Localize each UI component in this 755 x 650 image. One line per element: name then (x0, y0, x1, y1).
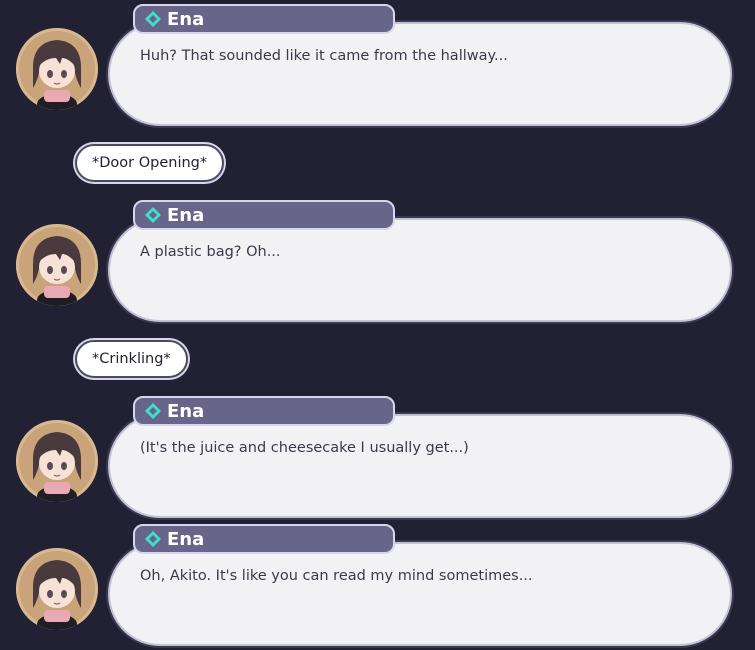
ena-portrait-icon (32, 432, 82, 502)
speaker-name: Ena (167, 528, 205, 550)
speaker-name: Ena (167, 400, 205, 422)
ena-avatar (16, 28, 98, 110)
diamond-gem-icon (145, 11, 161, 27)
ena-avatar (16, 224, 98, 306)
speaker-name-tag: Ena (133, 396, 395, 426)
sound-effect-label: *Door Opening* (75, 144, 225, 182)
ena-avatar (16, 420, 98, 502)
diamond-gem-icon (145, 403, 161, 419)
diamond-gem-icon (145, 531, 161, 547)
ena-avatar (16, 548, 98, 630)
diamond-gem-icon (145, 207, 161, 223)
sound-effect-label: *Crinkling* (75, 340, 188, 378)
dialogue-text: (It's the juice and cheesecake I usually… (140, 440, 469, 456)
speaker-name: Ena (167, 204, 205, 226)
dialogue-text: Huh? That sounded like it came from the … (140, 48, 508, 64)
ena-portrait-icon (32, 236, 82, 306)
dialogue-text: A plastic bag? Oh... (140, 244, 281, 260)
dialogue-bubble: (It's the juice and cheesecake I usually… (108, 414, 732, 518)
dialogue-bubble: A plastic bag? Oh... (108, 218, 732, 322)
speaker-name-tag: Ena (133, 524, 395, 554)
speaker-name-tag: Ena (133, 4, 395, 34)
dialogue-bubble: Huh? That sounded like it came from the … (108, 22, 732, 126)
ena-portrait-icon (32, 560, 82, 630)
dialogue-bubble: Oh, Akito. It's like you can read my min… (108, 542, 732, 646)
ena-portrait-icon (32, 40, 82, 110)
speaker-name-tag: Ena (133, 200, 395, 230)
dialogue-text: Oh, Akito. It's like you can read my min… (140, 568, 533, 584)
speaker-name: Ena (167, 8, 205, 30)
